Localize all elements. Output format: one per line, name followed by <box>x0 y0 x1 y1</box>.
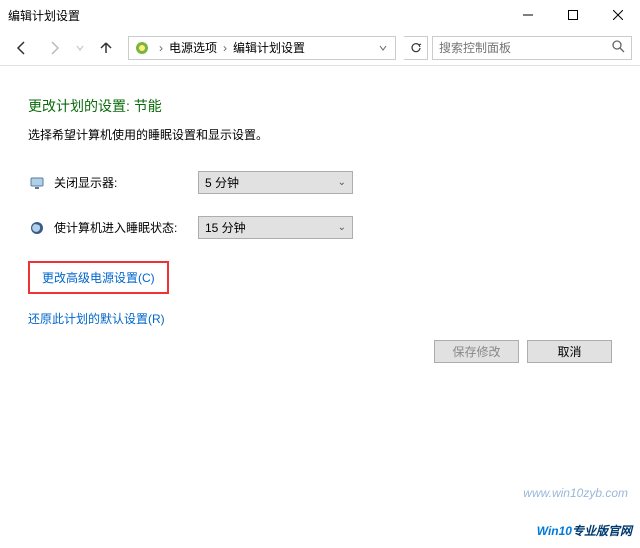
sleep-select[interactable]: 15 分钟 ⌄ <box>198 216 353 239</box>
search-input[interactable] <box>439 41 611 55</box>
brand-logo: Win10专业版官网 <box>537 514 632 542</box>
turn-off-display-row: 关闭显示器: 5 分钟 ⌄ <box>28 171 612 194</box>
breadcrumb-edit-plan[interactable]: 编辑计划设置 <box>233 39 305 56</box>
highlighted-link-box: 更改高级电源设置(C) <box>28 261 169 294</box>
address-dropdown[interactable] <box>375 41 391 55</box>
back-button[interactable] <box>8 34 36 62</box>
page-description: 选择希望计算机使用的睡眠设置和显示设置。 <box>28 126 612 143</box>
turn-off-display-select[interactable]: 5 分钟 ⌄ <box>198 171 353 194</box>
forward-button[interactable] <box>40 34 68 62</box>
content-area: 更改计划的设置: 节能 选择希望计算机使用的睡眠设置和显示设置。 关闭显示器: … <box>0 66 640 327</box>
maximize-button[interactable] <box>550 0 595 30</box>
breadcrumb: › 电源选项 › 编辑计划设置 <box>155 39 375 56</box>
address-bar[interactable]: › 电源选项 › 编辑计划设置 <box>128 36 396 60</box>
refresh-button[interactable] <box>404 36 428 60</box>
chevron-right-icon: › <box>223 41 227 55</box>
power-options-icon <box>133 39 151 57</box>
chevron-down-icon: ⌄ <box>338 222 346 233</box>
advanced-settings-link[interactable]: 更改高级电源设置(C) <box>42 271 155 285</box>
turn-off-display-label: 关闭显示器: <box>54 174 198 191</box>
select-value: 5 分钟 <box>205 174 239 191</box>
titlebar: 编辑计划设置 <box>0 0 640 30</box>
recent-dropdown[interactable] <box>72 34 88 62</box>
restore-defaults-link[interactable]: 还原此计划的默认设置(R) <box>28 310 612 327</box>
minimize-button[interactable] <box>505 0 550 30</box>
chevron-down-icon: ⌄ <box>338 177 346 188</box>
page-heading: 更改计划的设置: 节能 <box>28 96 612 116</box>
toolbar: › 电源选项 › 编辑计划设置 <box>0 30 640 66</box>
window-title: 编辑计划设置 <box>8 7 80 24</box>
cancel-button[interactable]: 取消 <box>527 340 612 363</box>
watermark-text: www.win10zyb.com <box>523 486 628 500</box>
search-box[interactable] <box>432 36 632 60</box>
close-button[interactable] <box>595 0 640 30</box>
chevron-right-icon: › <box>159 41 163 55</box>
up-button[interactable] <box>92 34 120 62</box>
button-row: 保存修改 取消 <box>434 340 612 363</box>
display-icon <box>28 174 46 192</box>
search-icon <box>611 39 625 56</box>
sleep-label: 使计算机进入睡眠状态: <box>54 219 198 236</box>
select-value: 15 分钟 <box>205 219 246 236</box>
breadcrumb-power-options[interactable]: 电源选项 <box>169 39 217 56</box>
window-controls <box>505 0 640 30</box>
sleep-row: 使计算机进入睡眠状态: 15 分钟 ⌄ <box>28 216 612 239</box>
save-button[interactable]: 保存修改 <box>434 340 519 363</box>
sleep-icon <box>28 219 46 237</box>
